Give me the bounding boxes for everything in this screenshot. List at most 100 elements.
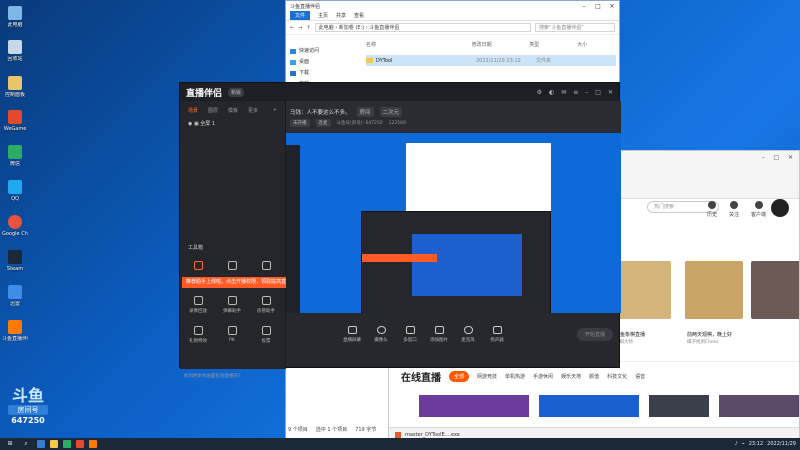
category-chip[interactable]: 二次元 bbox=[379, 107, 403, 117]
tab-share[interactable]: 共享 bbox=[336, 12, 346, 19]
live-tab[interactable]: 语音 bbox=[635, 373, 645, 380]
camera-button[interactable]: 摄像头 bbox=[371, 325, 391, 343]
desktop-icon-chrome[interactable]: Google Chrome bbox=[2, 215, 28, 237]
taskbar-app[interactable] bbox=[63, 440, 71, 448]
tool-highlight[interactable] bbox=[252, 261, 280, 273]
nav-item-desktop[interactable]: 桌面 bbox=[290, 57, 350, 68]
desktop-icon-steam[interactable]: Steam bbox=[2, 250, 28, 272]
col-date[interactable]: 修改日期 bbox=[472, 41, 530, 48]
client-button[interactable]: 客户端 bbox=[751, 201, 766, 218]
room-title[interactable]: 马钱：人不要这么不多。 bbox=[290, 108, 351, 116]
close-icon[interactable]: ✕ bbox=[608, 89, 613, 96]
tab-more[interactable]: 更多 bbox=[248, 107, 258, 114]
stream-thumbnail[interactable] bbox=[685, 261, 743, 319]
menu-icon[interactable]: ≡ bbox=[573, 89, 578, 96]
eye-icon[interactable]: ◉ bbox=[188, 121, 192, 127]
forward-icon[interactable]: → bbox=[298, 25, 302, 31]
tool-multi-link[interactable] bbox=[218, 261, 246, 273]
network-icon[interactable]: ⌁ bbox=[742, 441, 745, 447]
col-name[interactable]: 名称 bbox=[366, 41, 472, 48]
search-icon[interactable]: ⌕ bbox=[20, 440, 32, 448]
clock-date[interactable]: 2022/11/29 bbox=[767, 441, 796, 447]
settings-icon[interactable]: ⚙ bbox=[537, 89, 542, 96]
skin-icon[interactable]: ◐ bbox=[549, 89, 554, 96]
desktop-icon-recycle-bin[interactable]: 回收站 bbox=[2, 40, 28, 62]
microphone-button[interactable]: 麦克风 bbox=[458, 325, 478, 343]
desktop-icon-qq[interactable]: QQ bbox=[2, 180, 28, 202]
tab-scene[interactable]: 场景 bbox=[188, 107, 198, 114]
add-image-button[interactable]: 添加图片 bbox=[429, 325, 449, 343]
add-screen-button[interactable]: 直播屏幕 bbox=[342, 325, 362, 343]
tab-view[interactable]: 查看 bbox=[354, 12, 364, 19]
tool-gift[interactable]: 礼物特效 bbox=[184, 326, 212, 344]
col-type[interactable]: 类型 bbox=[529, 41, 577, 48]
minimize-icon[interactable]: – bbox=[585, 89, 588, 96]
close-icon[interactable]: ✕ bbox=[605, 3, 619, 10]
tool-danmu[interactable]: 弹幕助手 bbox=[218, 296, 246, 314]
maximize-icon[interactable]: □ bbox=[595, 89, 601, 96]
tab-file[interactable]: 文件 bbox=[290, 11, 311, 20]
desktop-icon-douyu-companion[interactable]: 斗鱼直播伴侣 bbox=[2, 320, 28, 342]
tool-vote[interactable]: 投票 bbox=[252, 326, 280, 344]
avatar[interactable] bbox=[771, 199, 789, 217]
stream-title[interactable]: 前两天观棋，晚上好 bbox=[687, 331, 732, 338]
live-tab[interactable]: 手游休闲 bbox=[533, 373, 553, 380]
taskbar-app[interactable] bbox=[76, 440, 84, 448]
desktop-icon-wechat[interactable]: 微信 bbox=[2, 145, 28, 167]
back-icon[interactable]: ← bbox=[290, 25, 294, 31]
nav-item-downloads[interactable]: 下载 bbox=[290, 68, 350, 79]
tool-video-link[interactable] bbox=[184, 261, 212, 273]
nav-item-quick-access[interactable]: 快速访问 bbox=[290, 46, 350, 57]
taskbar-app[interactable] bbox=[50, 440, 58, 448]
address-bar[interactable]: 此电脑 › 新加卷 (E:) › 斗鱼直播伴侣 bbox=[314, 23, 531, 32]
promo-banner[interactable] bbox=[419, 395, 529, 417]
promo-banner[interactable] bbox=[719, 395, 799, 417]
download-file-name[interactable]: master_DYToolE....exe bbox=[405, 432, 460, 438]
stream-thumbnail[interactable] bbox=[613, 261, 671, 319]
stream-preview[interactable] bbox=[286, 133, 621, 313]
add-icon[interactable]: + bbox=[273, 107, 277, 114]
history-button[interactable]: 历史 bbox=[707, 201, 717, 218]
minimize-icon[interactable]: – bbox=[577, 3, 591, 10]
start-live-button[interactable]: 开始直播 bbox=[576, 327, 613, 341]
up-icon[interactable]: ↑ bbox=[306, 25, 310, 31]
scene-item[interactable]: ◉ ▣ 全屏 1 bbox=[180, 120, 285, 127]
desktop-icon-this-pc[interactable]: 此电脑 bbox=[2, 6, 28, 28]
live-tab-all[interactable]: 全部 bbox=[449, 371, 470, 382]
tool-pk[interactable]: PK bbox=[218, 326, 246, 343]
multi-window-button[interactable]: 多窗口 bbox=[400, 325, 420, 343]
live-tab[interactable]: 娱乐天地 bbox=[561, 373, 581, 380]
file-row[interactable]: DYTool 2022/11/29 23:12 文件夹 bbox=[366, 55, 616, 66]
help-link[interactable]: 如何把本机画面投到直播间7 bbox=[184, 373, 241, 379]
desktop-icon-thunder[interactable]: 迅雷 bbox=[2, 285, 28, 307]
lock-icon[interactable]: ▣ bbox=[194, 121, 199, 127]
minimize-icon[interactable]: – bbox=[762, 154, 765, 161]
taskbar-app[interactable] bbox=[89, 440, 97, 448]
tab-home[interactable]: 主页 bbox=[318, 12, 328, 19]
maximize-icon[interactable]: □ bbox=[591, 3, 605, 10]
clock-time[interactable]: 23:12 bbox=[749, 441, 763, 447]
tab-templates[interactable]: 模板 bbox=[228, 107, 238, 114]
volume-icon[interactable]: ♪ bbox=[735, 441, 738, 447]
message-icon[interactable]: ✉ bbox=[561, 89, 566, 96]
start-icon[interactable]: ⊞ bbox=[4, 440, 16, 448]
col-size[interactable]: 大小 bbox=[577, 41, 606, 48]
promo-banner[interactable] bbox=[539, 395, 639, 417]
tab-layers[interactable]: 图层 bbox=[208, 107, 218, 114]
explorer-search-input[interactable]: 搜索"斗鱼直播伴侣" bbox=[535, 23, 615, 32]
tool-replay[interactable]: 录像回放 bbox=[184, 296, 212, 314]
stream-thumbnail[interactable] bbox=[751, 261, 799, 319]
follow-button[interactable]: 关注 bbox=[729, 201, 739, 218]
live-tab[interactable]: 科技文化 bbox=[607, 373, 627, 380]
maximize-icon[interactable]: □ bbox=[773, 154, 779, 161]
desktop-icon-control-panel[interactable]: 控制面板 bbox=[2, 76, 28, 98]
live-tab[interactable]: 单机热游 bbox=[505, 373, 525, 380]
live-tab[interactable]: 颜值 bbox=[589, 373, 599, 380]
speaker-button[interactable]: 扬声器 bbox=[487, 325, 507, 343]
desktop-icon-wegame[interactable]: WeGame bbox=[2, 110, 28, 132]
promo-banner[interactable] bbox=[649, 395, 709, 417]
tool-admin[interactable]: 房管助手 bbox=[252, 296, 280, 314]
taskbar-app[interactable] bbox=[37, 440, 45, 448]
live-tab[interactable]: 网游竞技 bbox=[477, 373, 497, 380]
close-icon[interactable]: ✕ bbox=[788, 154, 793, 161]
